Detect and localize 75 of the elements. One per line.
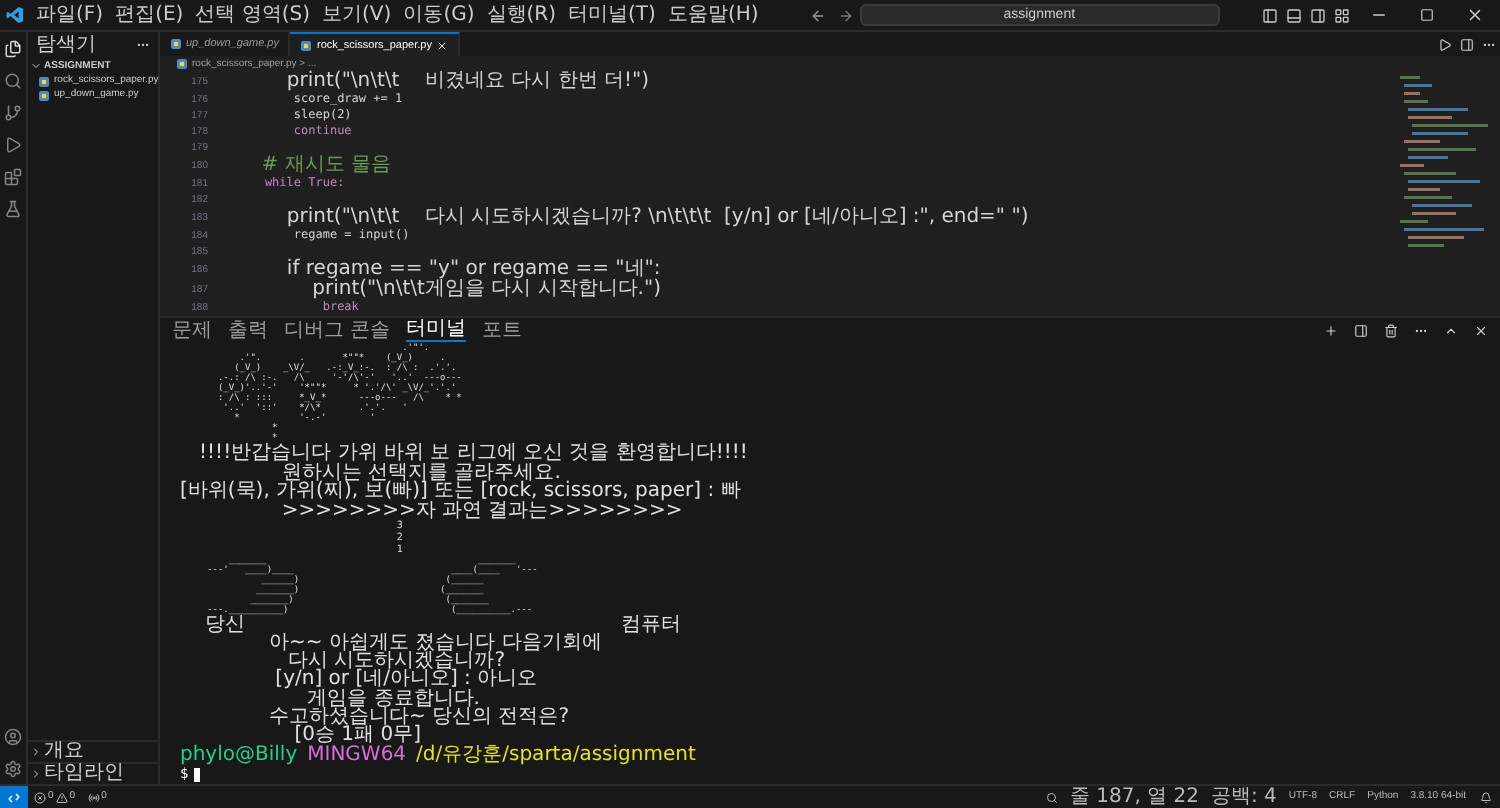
terminal-line: 원하시는 선택지를 골라주세요. [281, 463, 561, 482]
account-icon[interactable] [4, 728, 22, 746]
maximize-icon[interactable] [1420, 8, 1435, 22]
files-icon[interactable] [4, 40, 22, 58]
sidebar-title: 탐색기 [36, 34, 96, 56]
menu-item[interactable]: 도움말(H) [661, 3, 765, 27]
menu-item[interactable]: 터미널(T) [562, 3, 662, 27]
run-icon[interactable] [4, 136, 22, 154]
terminal-line: [0승 1패 0무] [294, 726, 421, 745]
layout-icon[interactable] [1334, 7, 1351, 23]
run-icon[interactable] [1438, 37, 1452, 51]
prompt-path: /d/유강훈/sparta/assignment [416, 745, 696, 766]
panel-toggle-icon[interactable] [1286, 7, 1303, 23]
python-file-icon [170, 38, 182, 50]
prompt-system: MINGW64 [307, 745, 407, 766]
panel-tab[interactable]: 터미널 [406, 318, 467, 342]
panel-tab[interactable]: 디버그 콘솔 [284, 319, 391, 341]
code-line: print("\n\t\t 비겼네요 다시 한번 더!") [284, 72, 649, 92]
terminal-line: 게임을 종료합니다. [307, 690, 480, 709]
search-icon[interactable] [4, 72, 22, 90]
menu-item[interactable]: 보기(V) [316, 3, 398, 27]
python-file-icon [300, 39, 313, 51]
terminal-line: [바위(묵), 가위(찌), 보(빠)] 또는 [rock, scissors, paper] : 빠 [180, 481, 741, 500]
panel-tab[interactable]: 문제 [172, 319, 212, 341]
code-line: if regame == "y" or regame == "네": [284, 260, 661, 280]
close-icon[interactable] [1466, 6, 1485, 24]
menu-item[interactable]: 편집(E) [109, 3, 190, 27]
close-panel-icon[interactable] [1474, 323, 1488, 337]
extensions-icon[interactable] [4, 168, 22, 186]
split-terminal-icon[interactable] [1354, 323, 1368, 337]
text-cursor [194, 767, 201, 782]
terminal-line: 수고하셨습니다~ 당신의 전적은? [267, 708, 570, 727]
menu-item[interactable]: 실행(R) [480, 3, 563, 27]
back-icon[interactable] [809, 7, 826, 23]
panel-tab[interactable]: 포트 [482, 319, 523, 341]
more-icon[interactable] [136, 38, 150, 52]
flask-icon[interactable] [4, 200, 22, 218]
remote-icon [8, 791, 20, 803]
maximize-panel-icon[interactable] [1444, 323, 1458, 337]
status-item[interactable]: 공백: 4 [1204, 786, 1283, 808]
app-logo-icon [6, 6, 24, 24]
chevron-icon[interactable] [30, 60, 42, 72]
warning-icon [55, 791, 68, 803]
menu-item[interactable]: 이동(G) [397, 3, 481, 27]
error-icon [34, 791, 46, 803]
new-terminal-icon[interactable] [1324, 323, 1338, 337]
section-title: 개요 [44, 742, 84, 762]
close-tab-icon[interactable] [435, 39, 448, 51]
section-header[interactable]: 개요 [28, 740, 158, 762]
code-line: print("\n\t\t 다시 시도하시겠습니까? \n\t\t\t [y/n] or [네/아니오] :", end=" ") [284, 208, 1029, 228]
terminal-line: >>>>>>>>자 과연 결과는>>>>>>>> [279, 501, 683, 520]
panel-tab[interactable]: 출력 [228, 319, 268, 341]
settings-icon[interactable] [4, 760, 22, 778]
status-item[interactable]: 줄 187, 열 22 [1063, 786, 1205, 808]
sidebar-toggle-icon[interactable] [1262, 7, 1279, 23]
branch-icon[interactable] [4, 104, 22, 122]
ports-icon [87, 791, 100, 803]
forward-icon[interactable] [837, 7, 854, 23]
terminal-line: 아~~ 아쉽게도 졌습니다 다음기회에 [267, 633, 602, 652]
menu-item[interactable]: 선택 영역(S) [189, 3, 317, 27]
terminal-line: [y/n] or [네/아니오] : 아니오 [273, 670, 538, 689]
code-line: print("\n\t\t게임을 다시 시작합니다.") [312, 280, 661, 300]
code-line: # 재시도 물음 [259, 156, 391, 176]
notifications-icon[interactable] [1480, 791, 1492, 803]
terminal-line: !!!!반갑습니다 가위 바위 보 리그에 오신 것을 환영합니다!!!! [197, 444, 748, 462]
section-title: 타임라인 [44, 764, 124, 784]
terminal-line: 당신 컴퓨터 [203, 615, 681, 634]
secondary-sidebar-icon[interactable] [1310, 7, 1327, 23]
menu-item[interactable]: 파일(F) [30, 3, 110, 27]
search-icon[interactable] [1045, 791, 1058, 803]
trash-icon[interactable] [1384, 323, 1398, 337]
python-file-icon [176, 58, 188, 70]
split-editor-icon[interactable] [1460, 37, 1474, 51]
terminal-line: 다시 시도하시겠습니까? [288, 652, 506, 671]
prompt-user: phylo@Billy [180, 745, 298, 766]
